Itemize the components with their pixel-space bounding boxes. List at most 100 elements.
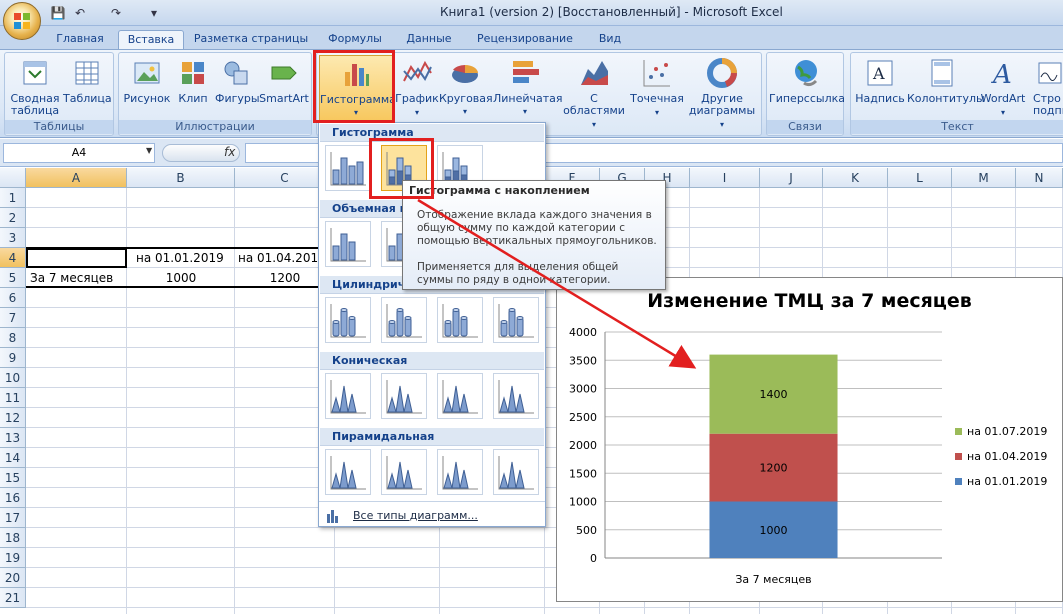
area-chart-button[interactable]: С областями ▾ <box>561 57 627 131</box>
smartart-icon <box>271 66 297 80</box>
wordart-icon: A <box>991 60 1012 89</box>
data-label: 1000 <box>760 524 788 537</box>
pie-chart-button[interactable]: Круговая ▾ <box>439 57 493 118</box>
smartart-button[interactable]: SmartArt <box>259 57 309 105</box>
chart-subtype-icon <box>386 456 422 490</box>
pivot-table-icon <box>23 61 47 85</box>
chart-subtype-cyl-3[interactable] <box>437 297 483 343</box>
chart-subtype-icon <box>330 152 366 186</box>
tab-review[interactable]: Рецензирование <box>472 30 578 50</box>
insert-function-icon[interactable]: fx <box>224 145 235 159</box>
group-label-links: Связи <box>767 120 843 134</box>
data-label: 1200 <box>760 462 788 475</box>
tooltip-usage: Применяется для выделения общей суммы по… <box>417 261 619 286</box>
tab-home[interactable]: Главная <box>48 30 112 50</box>
chart-subtype-icon <box>386 304 422 338</box>
ribbon-tabs: Главная Вставка Разметка страницы Формул… <box>0 26 1063 50</box>
customize-toolbar-icon[interactable]: ▾ <box>146 5 162 21</box>
name-box-dropdown-icon[interactable]: ▼ <box>146 146 152 155</box>
shapes-label: Фигуры <box>215 92 260 105</box>
pie-chart-icon <box>452 65 478 83</box>
chart-subtype-pyr-3[interactable] <box>437 449 483 495</box>
other-charts-button[interactable]: Другие диаграммы ▾ <box>687 57 757 131</box>
save-icon[interactable]: 💾 <box>50 5 66 21</box>
clip-art-icon <box>182 62 204 84</box>
picture-button[interactable]: Рисунок <box>123 57 171 105</box>
chart-subtype-cone-2[interactable] <box>381 373 427 419</box>
chart-subtype-cone-1[interactable] <box>325 373 371 419</box>
shapes-icon <box>224 61 248 85</box>
signature-line-button[interactable]: Стро подпи <box>1033 57 1063 117</box>
cell-c4[interactable]: на 01.04.2019 <box>238 248 326 268</box>
header-footer-icon <box>931 59 953 87</box>
stacked-column-chart[interactable]: Изменение ТМЦ за 7 месяцев 0 500 1000 1500 2… <box>556 277 1063 602</box>
clip-button[interactable]: Клип <box>175 57 211 105</box>
chart-plot: 0 500 1000 1500 2000 2500 3000 3500 4000 1000 1200… <box>569 326 1047 586</box>
chart-subtype-cone-3[interactable] <box>437 373 483 419</box>
y-tick-label: 1000 <box>569 496 597 509</box>
all-chart-types-link[interactable]: Все типы диаграмм... <box>323 507 543 525</box>
bar-chart-label: Линейчатая <box>493 92 563 105</box>
title-bar: 💾 ↶ ↷ ▾ Книга1 (version 2) [Восстановлен… <box>0 0 1063 26</box>
chart-subtype-pyr-4[interactable] <box>493 449 539 495</box>
chart-subtype-cyl-1[interactable] <box>325 297 371 343</box>
office-button[interactable] <box>3 2 41 40</box>
tooltip-title: Гистограмма с накоплением <box>409 184 590 197</box>
line-chart-button[interactable]: График ▾ <box>395 57 439 119</box>
tab-insert[interactable]: Вставка <box>118 30 184 50</box>
cell-b4[interactable]: на 01.01.2019 <box>136 248 224 268</box>
chart-subtype-col-1[interactable] <box>325 145 371 191</box>
textbox-button[interactable]: A Надпись <box>855 57 905 105</box>
y-tick-label: 4000 <box>569 326 597 339</box>
header-footer-label: Колонтитулы <box>907 92 985 105</box>
chart-subtype-pyr-1[interactable] <box>325 449 371 495</box>
chart-subtype-pyr-2[interactable] <box>381 449 427 495</box>
legend-swatch <box>955 453 962 460</box>
tooltip-description: Отображение вклада каждого значения в об… <box>417 209 657 247</box>
gallery-divider <box>319 501 545 502</box>
signature-icon <box>1038 62 1062 84</box>
scatter-chart-label: Точечная <box>630 92 684 105</box>
chart-subtype-icon <box>386 380 422 414</box>
name-box[interactable]: A4 <box>3 143 155 163</box>
table-icon <box>75 61 99 85</box>
hyperlink-label: Гиперссылка <box>769 92 845 105</box>
area-chart-icon <box>581 61 608 85</box>
hyperlink-button[interactable]: Гиперссылка <box>769 57 845 105</box>
chart-subtype-cyl-4[interactable] <box>493 297 539 343</box>
smartart-label: SmartArt <box>259 92 309 105</box>
header-footer-button[interactable]: Колонтитулы <box>907 57 985 105</box>
all-charts-icon <box>327 510 338 523</box>
bar-chart-button[interactable]: Линейчатая ▾ <box>493 57 563 118</box>
hyperlink-globe-icon <box>795 60 818 87</box>
bar-chart-icon <box>513 61 539 83</box>
redo-icon[interactable]: ↷ <box>108 5 124 21</box>
chart-subtype-cone-4[interactable] <box>493 373 539 419</box>
legend-label: на 01.07.2019 <box>967 425 1047 438</box>
wordart-button[interactable]: A WordArt ▾ <box>979 57 1027 119</box>
cell-a5[interactable]: За 7 месяцев <box>30 268 113 288</box>
shapes-button[interactable]: Фигуры <box>215 57 260 105</box>
other-charts-label-2: диаграммы <box>688 104 756 117</box>
cell-b5[interactable]: 1000 <box>127 268 235 288</box>
legend-label: на 01.01.2019 <box>967 475 1047 488</box>
pivot-label-2: таблица <box>10 104 60 117</box>
picture-label: Рисунок <box>123 92 171 105</box>
chart-subtype-icon <box>442 380 478 414</box>
table-border-bottom <box>26 286 326 288</box>
chart-subtype-cyl-2[interactable] <box>381 297 427 343</box>
tab-page-layout[interactable]: Разметка страницы <box>192 30 310 50</box>
tab-formulas[interactable]: Формулы <box>320 30 390 50</box>
tab-data[interactable]: Данные <box>400 30 458 50</box>
stacked-column-tooltip: Гистограмма с накоплением Отображение вк… <box>402 180 666 290</box>
data-label: 1400 <box>760 388 788 401</box>
chart-subtype-col3d-1[interactable] <box>325 221 371 267</box>
scatter-chart-button[interactable]: Точечная ▾ <box>627 57 687 119</box>
histogram-highlight <box>313 50 395 123</box>
y-tick-label: 3500 <box>569 354 597 367</box>
undo-icon[interactable]: ↶ <box>72 5 88 21</box>
tab-view[interactable]: Вид <box>590 30 630 50</box>
legend-label: на 01.04.2019 <box>967 450 1047 463</box>
table-button[interactable]: Таблица <box>63 57 112 105</box>
signature-label-2: подпи <box>1033 104 1063 117</box>
